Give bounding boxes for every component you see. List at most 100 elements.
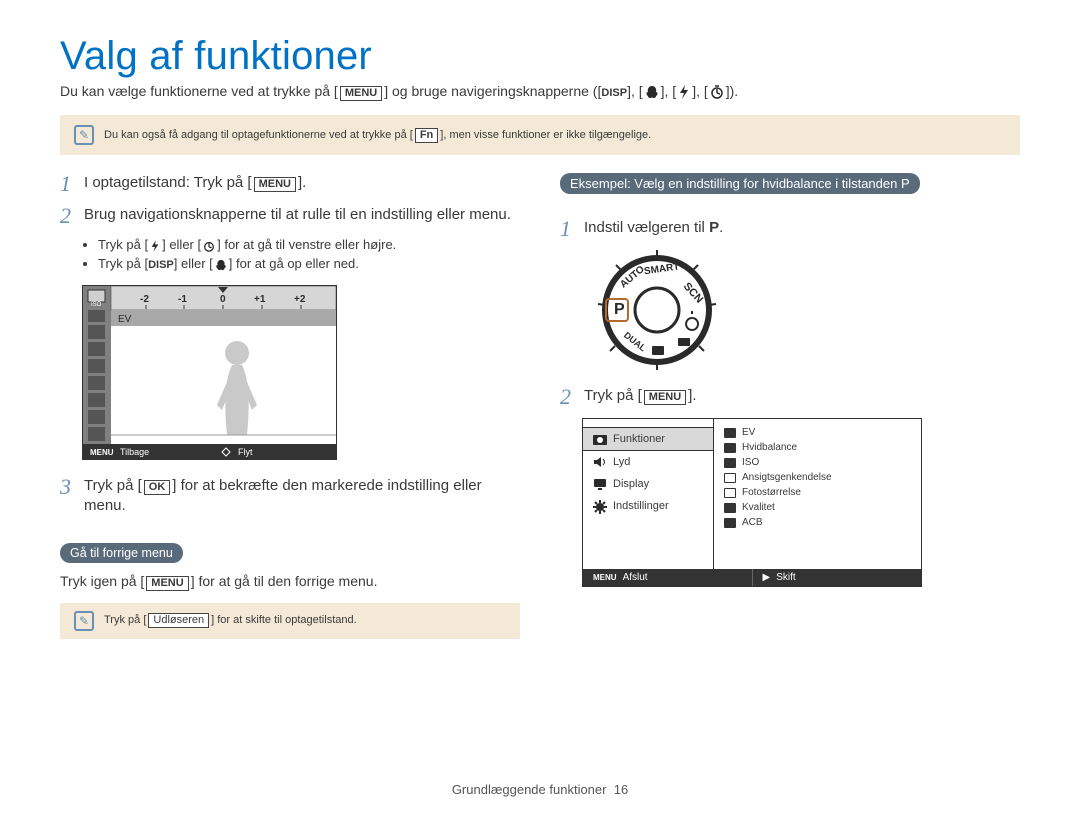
step-3: 3 Tryk på [OK] for at bekræfte den marke… (60, 476, 520, 517)
bullet: Tryk på [DISP] eller [] for at gå op ell… (98, 256, 520, 271)
example-heading: Eksempel: Vælg en indstilling for hvidba… (560, 173, 920, 194)
flash-icon (150, 240, 160, 252)
step-number: 1 (560, 218, 584, 240)
menu-bottom-bar: MENU Afslut ▶ Skift (583, 569, 921, 586)
step-number: 2 (60, 205, 84, 227)
mode-p: P (709, 219, 719, 236)
step-text: Tryk på [MENU]. (584, 386, 1020, 408)
t: ]. (688, 387, 696, 404)
timer-icon (203, 240, 215, 252)
t: Tryk på [ (104, 614, 146, 626)
label: Kvalitet (742, 502, 775, 513)
submenu-ev: EV (714, 425, 921, 440)
step-1: 1 I optagetilstand: Tryk på [MENU]. (60, 173, 520, 195)
menu-right-pane: EV Hvidbalance ISO Ansigtsgenkendelse Fo… (713, 419, 921, 569)
camera-icon (593, 433, 605, 445)
disp-key: DISP (148, 259, 174, 271)
note-text: Tryk på [Udløseren] for at skifte til op… (104, 613, 357, 628)
menu-key-icon: MENU (340, 86, 382, 101)
menu-item-display: Display (583, 473, 713, 495)
info-note: ✎ Du kan også få adgang til optagefunkti… (60, 115, 1020, 155)
disp-key: DISP (601, 87, 627, 99)
subsection-heading: Gå til forrige menu (60, 543, 183, 563)
label: Skift (776, 572, 795, 583)
step-text: Indstil vælgeren til P. (584, 218, 1020, 240)
submenu-acb: ACB (714, 515, 921, 530)
svg-text:ISO: ISO (91, 302, 102, 308)
label: Fotostørrelse (742, 487, 801, 498)
iso-icon (724, 458, 736, 468)
t: ]. (298, 174, 306, 191)
svg-text:MENU: MENU (90, 448, 114, 457)
label: Hvidbalance (742, 442, 797, 453)
t: ], men visse funktioner er ikke tilgænge… (440, 129, 651, 141)
wb-icon (724, 443, 736, 453)
sound-icon (593, 456, 605, 468)
svg-text:-1: -1 (178, 294, 187, 305)
t: Tryk på [ (84, 477, 142, 494)
info-note: ✎ Tryk på [Udløseren] for at skifte til … (60, 603, 520, 639)
info-icon: ✎ (74, 611, 94, 631)
submenu-iso: ISO (714, 455, 921, 470)
bar-shift: ▶ Skift (752, 569, 922, 586)
step-r1: 1 Indstil vælgeren til P. (560, 218, 1020, 240)
label: Lyd (613, 456, 630, 468)
bar-exit: MENU Afslut (583, 569, 752, 586)
t: ], [ (692, 83, 708, 99)
label: Ansigtsgenkendelse (742, 472, 832, 483)
submenu-fotosize: Fotostørrelse (714, 485, 921, 500)
t: ] for at skifte til optagetilstand. (211, 614, 357, 626)
t: Du kan også få adgang til optagefunktion… (104, 129, 413, 141)
quality-icon (724, 503, 736, 513)
t: ], [ (627, 83, 643, 99)
page-title: Valg af funktioner (60, 34, 1020, 79)
step-number: 1 (60, 173, 84, 195)
menu-key-icon: MENU (644, 390, 686, 405)
timer-icon (710, 85, 724, 99)
menu-key-label: MENU (593, 573, 617, 582)
submenu-kvalitet: Kvalitet (714, 500, 921, 515)
t: ], [ (661, 83, 677, 99)
macro-icon (645, 85, 659, 99)
svg-text:Flyt: Flyt (238, 447, 253, 457)
t: Tryk igen på [ (60, 573, 144, 589)
menu-item-funktioner: Funktioner (582, 427, 714, 451)
submenu-hvidbalance: Hvidbalance (714, 440, 921, 455)
camera-screen-ev: ISO -2-10+1+2 (82, 285, 520, 460)
face-icon (724, 473, 736, 483)
intro-text: Du kan vælge funktionerne ved at trykke … (60, 83, 1020, 101)
t: Tryk på [ (584, 387, 642, 404)
step-2: 2 Brug navigationsknapperne til at rulle… (60, 205, 520, 227)
svg-text:EV: EV (118, 314, 132, 325)
t: Du kan vælge funktionerne ved at trykke … (60, 83, 338, 99)
step-text: Tryk på [OK] for at bekræfte den markere… (84, 476, 520, 517)
label: Afslut (623, 572, 648, 583)
svg-text:P: P (614, 301, 625, 318)
svg-text:0: 0 (220, 294, 226, 305)
arrow-right-icon: ▶ (763, 572, 771, 583)
ok-key-icon: OK (144, 480, 171, 495)
menu-key-icon: MENU (146, 576, 188, 591)
macro-icon (215, 259, 227, 271)
menu-left-pane: Funktioner Lyd Display Indstillinger (583, 419, 713, 569)
bullet: Tryk på [] eller [] for at gå til venstr… (98, 237, 520, 252)
fn-key-icon: Fn (415, 128, 438, 143)
note-text: Du kan også få adgang til optagefunktion… (104, 128, 651, 143)
right-column: Eksempel: Vælg en indstilling for hvidba… (560, 173, 1020, 657)
step-text: I optagetilstand: Tryk på [MENU]. (84, 173, 520, 195)
step-number: 3 (60, 476, 84, 517)
t: Tryk på [ (98, 256, 148, 271)
shutter-key-icon: Udløseren (148, 613, 209, 628)
svg-text:+1: +1 (254, 294, 266, 305)
back-instruction: Tryk igen på [MENU] for at gå til den fo… (60, 573, 520, 591)
step-number: 2 (560, 386, 584, 408)
left-column: 1 I optagetilstand: Tryk på [MENU]. 2 Br… (60, 173, 520, 657)
page-footer: Grundlæggende funktioner 16 (0, 782, 1080, 797)
label: ACB (742, 517, 763, 528)
menu-item-indstillinger: Indstillinger (583, 495, 713, 517)
label: ISO (742, 457, 759, 468)
label: Display (613, 478, 649, 490)
t: ). (730, 83, 739, 99)
svg-text:Tilbage: Tilbage (120, 447, 149, 457)
size-icon (724, 488, 736, 498)
